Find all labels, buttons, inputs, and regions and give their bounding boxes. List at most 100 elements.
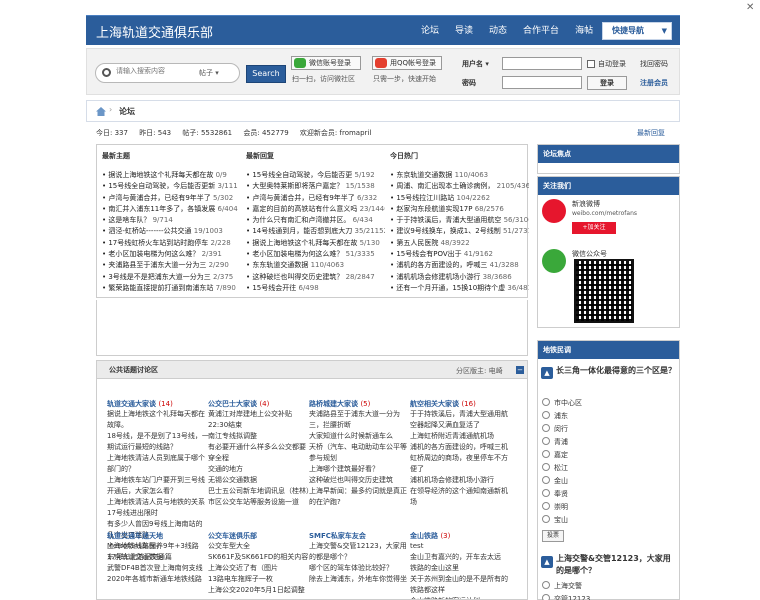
poll-radio[interactable] [542, 463, 550, 471]
subforum-post-link[interactable]: 上海地铁清洁人员与地铁的关系 [107, 497, 209, 508]
site-logo[interactable]: 上海轨道交通俱乐部 [96, 22, 213, 41]
subforum-post-link[interactable]: 2020年各城市新通车地铁线路 [107, 574, 209, 585]
thread-item[interactable]: • 东东轨道交通数据 110/4063 [241, 260, 385, 271]
subforum-post-link[interactable]: 浦机机场会修建机场小游行 [410, 475, 512, 486]
poll-option-label[interactable]: 奉贤 [554, 489, 568, 499]
subforum-post-link[interactable]: 18号线，是不是别了13号线，一期试运行最短的线路？ [107, 431, 209, 453]
subforum-post-link[interactable]: 虹桥周边的商场，夜里停车不方便了 [410, 453, 512, 475]
poll-option-label[interactable]: 闵行 [554, 424, 568, 434]
subforum-post-link[interactable]: 浦机的各方面建设的，呼喊三机 [410, 442, 512, 453]
subforum-post-link[interactable]: Metrofans车保养 [107, 541, 209, 552]
poll-option-label[interactable]: 松江 [554, 463, 568, 473]
poll-radio[interactable] [542, 398, 550, 406]
thread-item[interactable]: • 夹浦路县至于浦东大道一分为三 2/290 [97, 260, 241, 271]
username-input[interactable] [502, 57, 582, 70]
thread-item[interactable]: • 嘉定的目前的高铁站有什么意义吗 23/1440 [241, 204, 385, 215]
thread-item[interactable]: • 老小区加装电梯为何这么难？ 51/3335 [241, 249, 385, 260]
poll-radio[interactable] [542, 476, 550, 484]
thread-item[interactable]: • 这种破烂也叫得交历史建筑？ 28/2847 [241, 272, 385, 283]
subforum-name[interactable]: 航空相关大家谈 (16) [410, 399, 512, 409]
thread-item[interactable]: • 卢湾与黄浦合并，已经有9年半了 6/332 [241, 193, 385, 204]
subforum-post-link[interactable]: test [410, 541, 512, 552]
thread-item[interactable]: • 卢湾与黄浦合并，已经有9年半了 5/302 [97, 193, 241, 204]
poll-radio[interactable] [542, 502, 550, 510]
subforum-post-link[interactable]: 大家知道什么时候新通车么 [309, 431, 411, 442]
subforum-name[interactable]: 轨道交通车迷天地 [107, 531, 209, 541]
subforum-post-link[interactable]: SK661F及SK661FD的相关内容 [208, 552, 310, 563]
nav-guide[interactable]: 导读 [447, 16, 481, 46]
subforum-post-link[interactable]: 市区公交车站等服务设施一道 [208, 497, 310, 508]
poll-radio[interactable] [542, 411, 550, 419]
thread-item[interactable]: • 14号线通到月，能否想到底大刀 35/21152 [241, 226, 385, 237]
thread-item[interactable]: • 大型奥特莱斯即将落户嘉定？ 15/1538 [241, 181, 385, 192]
subforum-name[interactable]: 公交车迷俱乐部 [208, 531, 310, 541]
poll-option-label[interactable]: 青浦 [554, 437, 568, 447]
subforum-post-link[interactable]: 夹浦路县至于浦东大道一分为三，拦腰折断 [309, 409, 411, 431]
search-scope-select[interactable]: 帖子 ▾ [199, 68, 219, 78]
weibo-url[interactable]: weibo.com/metrofans [572, 210, 637, 217]
subforum-post-link[interactable]: 于于持铁溪后，青浦大型通用航空器起降又满血复活了 [410, 409, 512, 431]
thread-item[interactable]: • 据说上海地铁这个礼拜每天都在故 0/9 [97, 170, 241, 181]
register-link[interactable]: 注册会员 [640, 78, 668, 88]
poll-option-label[interactable]: 金山 [554, 476, 568, 486]
poll-radio[interactable] [542, 489, 550, 497]
subforum-post-link[interactable]: 上海地铁车站门户要开到三号线开通后，大家怎么看？ [107, 475, 209, 497]
poll2-question[interactable]: 上海交警&交管12123，大家用的是哪个？ [556, 553, 678, 577]
subforum-post-link[interactable]: 交通的地方 [208, 464, 310, 475]
close-icon[interactable]: ✕ [746, 2, 756, 13]
subforum-post-link[interactable]: 关于苏州到金山的是不是所有的铁路都这样 [410, 574, 512, 596]
subforum-post-link[interactable]: 13路电车拖辉子一枚 [208, 574, 310, 585]
subforum-post-link[interactable]: 天桥（汽车、电动助动车公平等参与规划 [309, 442, 411, 464]
subforum-post-link[interactable]: 上海交警&交管12123，大家用的都是哪个？ [309, 541, 411, 563]
qq-login-button[interactable]: 用QQ帐号登录 [372, 56, 442, 70]
subforum-name[interactable]: 金山铁路 (3) [410, 531, 512, 541]
subforum-name[interactable]: 公交巴士大家谈 (4) [208, 399, 310, 409]
section-title[interactable]: 公共话题讨论区 [109, 365, 158, 375]
poll-radio[interactable] [542, 594, 550, 600]
subforum-post-link[interactable]: 17号车北游记交通篇 [107, 552, 209, 563]
thread-item[interactable]: • 东京轨道交通数据 110/4063 [385, 170, 529, 181]
thread-item[interactable]: • 泗泾-虹桥站-------公共交通 19/1003 [97, 226, 241, 237]
subforum-post-link[interactable]: 无锡公交通数据 [208, 475, 310, 486]
forgot-password-link[interactable]: 找回密码 [640, 59, 668, 69]
search-button[interactable]: Search [246, 65, 286, 83]
thread-item[interactable]: • 这是啥车队？ 9/714 [97, 215, 241, 226]
poll-option-label[interactable]: 崇明 [554, 502, 568, 512]
subforum-post-link[interactable]: 黄浦江对岸建地上公交补贴22:30结束 [208, 409, 310, 431]
poll-option-label[interactable]: 嘉定 [554, 450, 568, 460]
subforum-post-link[interactable]: 这种破烂也叫得交历史建筑 [309, 475, 411, 486]
nav-partners[interactable]: 合作平台 [515, 16, 567, 46]
subforum-post-link[interactable]: 上海公交近了有（图片 [208, 563, 310, 574]
thread-item[interactable]: • 南汇并入浦东11年多了，各镇发展 6/404 [97, 204, 241, 215]
subforum-name[interactable]: SMFC私家车友会 [309, 531, 411, 541]
thread-item[interactable]: • 15号线拉江川路站 104/2262 [385, 193, 529, 204]
subforum-post-link[interactable]: 哪个区的驾车体验比较好？ [309, 563, 411, 574]
breadcrumb-current[interactable]: 论坛 [119, 106, 135, 117]
subforum-post-link[interactable]: 上海虹桥附近青浦通航机场 [410, 431, 512, 442]
subforum-post-link[interactable]: 据说上海地铁这个礼拜每天都在故障。 [107, 409, 209, 431]
subforum-post-link[interactable]: 上海公交2020年5月1日起调整 [208, 585, 310, 596]
thread-item[interactable]: • 15号线会有POV出于 41/9162 [385, 249, 529, 260]
nav-forum[interactable]: 论坛 [413, 16, 447, 46]
subforum-post-link[interactable]: 有必要开通什么样多么公交都要穿全程 [208, 442, 310, 464]
subforum-post-link[interactable]: 17号线进出限时 [107, 508, 209, 519]
thread-item[interactable]: • 15号线全自动驾驶，今后能否更新 3/111 [97, 181, 241, 192]
subforum-post-link[interactable]: 上海早新闻：最多约词就是真正的在沪跑? [309, 486, 411, 508]
subforum-post-link[interactable]: 南江专线拟调整 [208, 431, 310, 442]
thread-item[interactable]: • 还有一个月开通，15换10期待个虚 36/4819 [385, 283, 529, 294]
stat-newest-member[interactable]: 欢迎新会员: fromapril [300, 129, 371, 137]
home-icon[interactable] [96, 107, 106, 116]
poll-radio[interactable] [542, 581, 550, 589]
weibo-icon[interactable] [542, 199, 566, 223]
subforum-name[interactable]: 路桥城建大家谈 (5) [309, 399, 411, 409]
weibo-follow-button[interactable]: +加关注 [572, 222, 616, 234]
nav-posts[interactable]: 海帖 [567, 16, 601, 46]
subforum-post-link[interactable]: 金山铁路新的客运计划 [410, 596, 512, 599]
subforum-post-link[interactable]: 公交车型大全 [208, 541, 310, 552]
poll-radio[interactable] [542, 450, 550, 458]
thread-item[interactable]: • 第五人民医院 48/3922 [385, 238, 529, 249]
auto-login-checkbox[interactable] [587, 60, 595, 68]
thread-item[interactable]: • 15号线会开往 6/498 [241, 283, 385, 294]
collapse-icon[interactable]: − [516, 366, 524, 374]
thread-item[interactable]: • 于于持铁溪后，青浦大型通用航空 56/3106 [385, 215, 529, 226]
